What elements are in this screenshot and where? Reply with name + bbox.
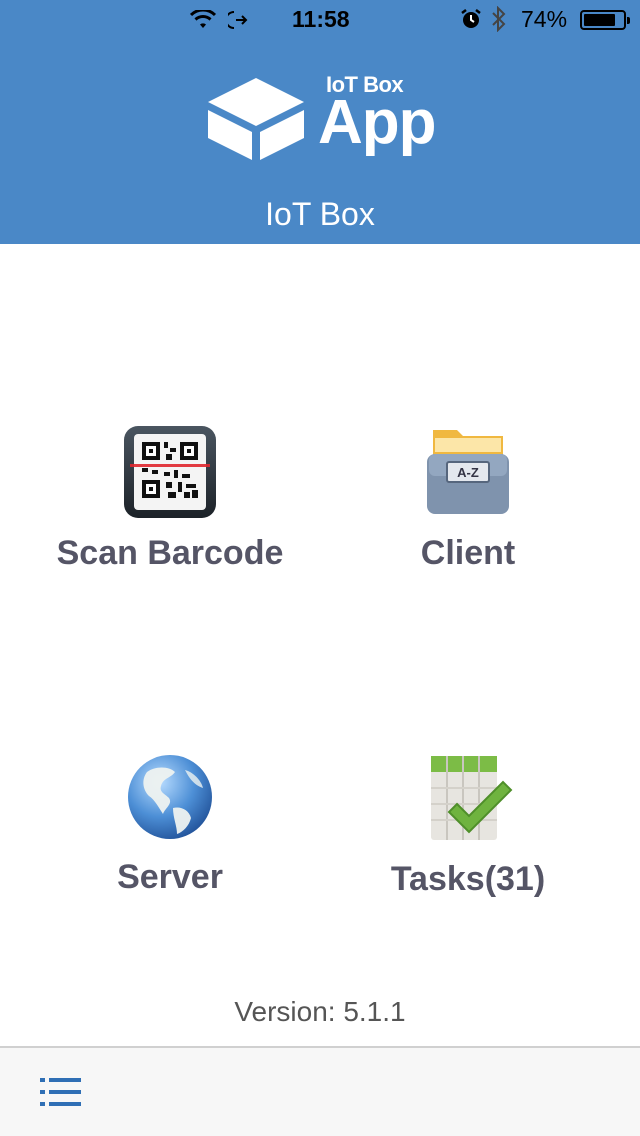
box-logo-icon <box>208 78 304 160</box>
status-time: 11:58 <box>292 6 350 32</box>
file-cabinet-icon: A-Z <box>427 430 509 514</box>
server-button[interactable]: Server <box>30 752 310 932</box>
scan-barcode-label: Scan Barcode <box>56 534 284 572</box>
cabinet-label: A-Z <box>457 465 479 480</box>
alarm-icon <box>461 9 481 28</box>
list-menu-icon[interactable] <box>38 1074 84 1110</box>
app-header: 11:58 74% IoT Box App IoT Box <box>0 0 640 244</box>
battery-percent: 74% <box>521 6 568 32</box>
tasks-label: Tasks(31) <box>390 860 546 898</box>
task-checklist-icon <box>431 756 513 840</box>
qr-scanner-icon <box>124 426 216 518</box>
scan-barcode-button[interactable]: Scan Barcode <box>30 424 310 604</box>
globe-icon <box>128 755 212 839</box>
bluetooth-icon <box>492 6 506 32</box>
logo-big-text: App <box>318 88 437 157</box>
status-bar: 11:58 74% <box>0 0 640 40</box>
battery-icon <box>580 10 630 30</box>
bottom-toolbar <box>0 1046 640 1136</box>
version-text: Version: 5.1.1 <box>234 996 406 1027</box>
client-button[interactable]: A-Z Client <box>328 424 608 604</box>
tasks-button[interactable]: Tasks(31) <box>328 752 608 932</box>
client-label: Client <box>420 534 516 572</box>
wifi-icon <box>190 10 216 28</box>
server-label: Server <box>117 858 223 896</box>
location-arrow-icon <box>228 11 248 29</box>
page-title: IoT Box <box>265 196 375 232</box>
